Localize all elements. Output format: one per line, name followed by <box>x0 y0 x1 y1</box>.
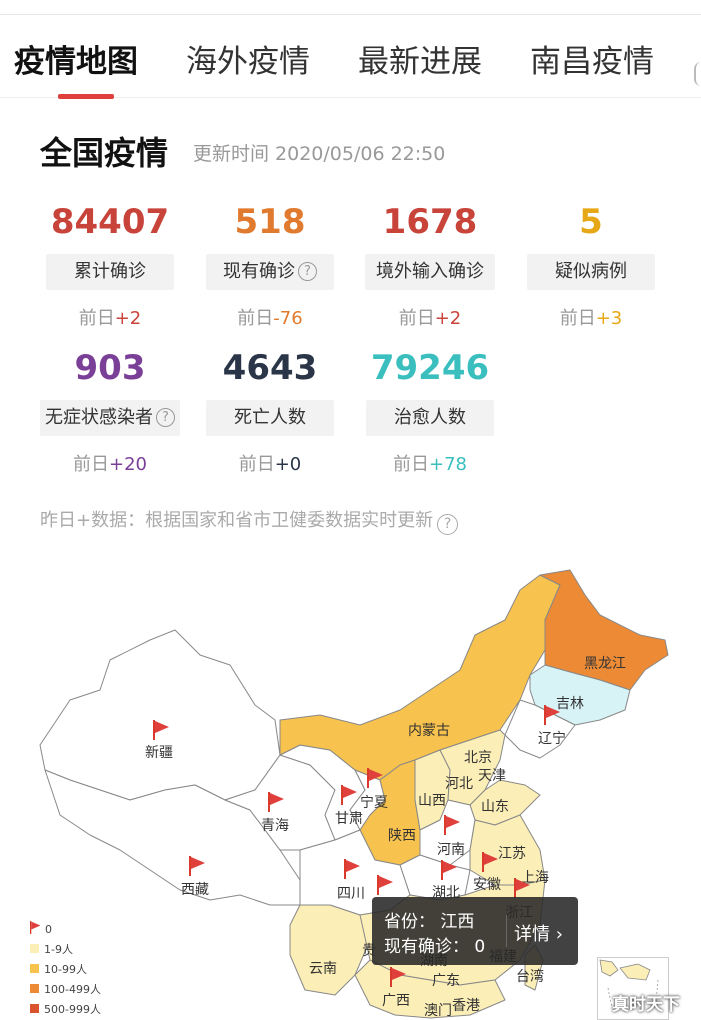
stat-change: 前日+3 <box>559 308 623 329</box>
province-label: 宁夏 <box>360 795 388 811</box>
stat-change: 前日+2 <box>78 308 142 329</box>
province-label: 新疆 <box>145 745 173 761</box>
legend-item: 500-999人 <box>30 1000 101 1020</box>
legend-swatch <box>30 964 39 973</box>
stat-deaths: 4643 死亡人数 前日+0 <box>205 346 335 476</box>
stat-suspected: 5 疑似病例 前日+3 <box>526 200 656 330</box>
stat-label[interactable]: 无症状感染者? <box>40 400 180 436</box>
stat-change: 前日+0 <box>238 454 302 475</box>
province-label: 吉林 <box>556 696 584 712</box>
stat-label: 累计确诊 <box>46 254 174 290</box>
legend-item: 10-99人 <box>30 960 101 980</box>
province-label: 天津 <box>478 768 506 784</box>
province-label: 黑龙江 <box>584 656 626 672</box>
flag-icon <box>341 785 357 805</box>
flag-icon <box>153 720 169 740</box>
tooltip-detail-link[interactable]: 详情 › <box>514 920 563 946</box>
legend-item: 1-9人 <box>30 940 101 960</box>
tab-nanchang[interactable]: 南昌疫情 <box>530 36 654 81</box>
province-label: 山东 <box>481 799 509 815</box>
province-label: 甘肃 <box>335 811 363 827</box>
help-icon[interactable]: ? <box>156 408 175 427</box>
province-label: 河北 <box>445 776 473 792</box>
stat-label[interactable]: 现有确诊? <box>206 254 334 290</box>
province-label: 山西 <box>418 793 446 809</box>
stat-value: 84407 <box>50 202 170 242</box>
stat-label: 疑似病例 <box>527 254 655 290</box>
flag-icon <box>344 859 360 879</box>
tooltip-province: 省份： 江西 <box>384 912 475 932</box>
region-xinjiang <box>39 629 281 801</box>
tab-overseas[interactable]: 海外疫情 <box>186 36 310 81</box>
data-note: 昨日+数据：根据国家和省市卫健委数据实时更新? <box>40 506 459 535</box>
stat-value: 903 <box>74 348 146 388</box>
province-label: 广东 <box>432 973 460 989</box>
province-label: 辽宁 <box>538 731 566 747</box>
province-label: 云南 <box>309 961 337 977</box>
legend-swatch <box>30 944 39 953</box>
tab-bar: 疫情地图 海外疫情 最新进展 南昌疫情 <box>0 26 701 99</box>
legend-swatch <box>30 984 39 993</box>
province-label: 香港 <box>452 998 480 1014</box>
province-label: 江苏 <box>498 846 526 862</box>
province-label: 西藏 <box>181 882 209 898</box>
stat-label: 死亡人数 <box>206 400 334 436</box>
province-label: 安徽 <box>473 877 501 893</box>
tab-epidemic-map[interactable]: 疫情地图 <box>14 36 138 81</box>
help-icon[interactable]: ? <box>298 262 317 281</box>
stat-asymptomatic: 903 无症状感染者? 前日+20 <box>40 346 180 476</box>
legend-item: 100-499人 <box>30 980 101 1000</box>
stat-value: 518 <box>234 202 306 242</box>
province-label: 台湾 <box>516 969 544 985</box>
watermark: 真时天下 <box>612 995 680 1015</box>
stat-recovered: 79246 治愈人数 前日+78 <box>365 346 495 476</box>
top-divider <box>0 14 701 15</box>
flag-icon <box>482 852 498 872</box>
province-label: 河南 <box>437 842 465 858</box>
flag-icon <box>367 768 383 788</box>
stat-change: 前日-76 <box>237 308 303 329</box>
province-label: 澳门 <box>424 1003 452 1019</box>
stat-value: 1678 <box>382 202 478 242</box>
legend-swatch <box>30 1004 39 1013</box>
flag-icon <box>514 878 530 898</box>
map-legend: 0 1-9人 10-99人 100-499人 500-999人 <box>30 920 101 1020</box>
flag-icon <box>544 705 560 725</box>
active-tab-indicator <box>58 94 114 99</box>
section-title: 全国疫情 <box>40 134 169 172</box>
province-label: 陕西 <box>388 828 416 844</box>
stat-change: 前日+2 <box>398 308 462 329</box>
tooltip-divider <box>506 915 507 947</box>
stat-value: 5 <box>579 202 603 242</box>
province-label: 广西 <box>382 993 410 1009</box>
stat-value: 79246 <box>370 348 490 388</box>
legend-item: 0 <box>30 920 101 940</box>
province-label: 北京 <box>464 750 492 766</box>
update-time: 更新时间 2020/05/06 22:50 <box>193 143 446 165</box>
tab-latest-progress[interactable]: 最新进展 <box>358 36 482 81</box>
stat-imported-confirmed: 1678 境外输入确诊 前日+2 <box>365 200 495 330</box>
stat-value: 4643 <box>222 348 318 388</box>
stat-change: 前日+78 <box>393 454 467 475</box>
stat-label: 治愈人数 <box>366 400 494 436</box>
help-icon[interactable]: ? <box>437 514 459 535</box>
flag-icon <box>30 921 41 934</box>
province-tooltip: 省份： 江西 现有确诊： 0 详情 › <box>372 897 578 965</box>
flag-icon <box>390 967 406 987</box>
next-tab-peek[interactable] <box>694 62 701 86</box>
stat-cumulative-confirmed: 84407 累计确诊 前日+2 <box>45 200 175 330</box>
province-label: 青海 <box>261 818 289 834</box>
flag-icon <box>444 815 460 835</box>
flag-icon <box>189 856 205 876</box>
province-label: 四川 <box>337 886 365 902</box>
china-map[interactable]: 黑龙江 吉林 辽宁 内蒙古 新疆 北京 天津 河北 山西 山东 宁夏 甘肃 青海… <box>0 560 701 1020</box>
stat-current-confirmed: 518 现有确诊? 前日-76 <box>205 200 335 330</box>
province-label: 内蒙古 <box>408 723 450 739</box>
tooltip-confirmed: 现有确诊： 0 <box>384 937 486 957</box>
flag-icon <box>377 875 393 895</box>
stat-change: 前日+20 <box>73 454 147 475</box>
stat-label: 境外输入确诊 <box>365 254 495 290</box>
flag-icon <box>268 792 284 812</box>
flag-icon <box>441 860 457 880</box>
